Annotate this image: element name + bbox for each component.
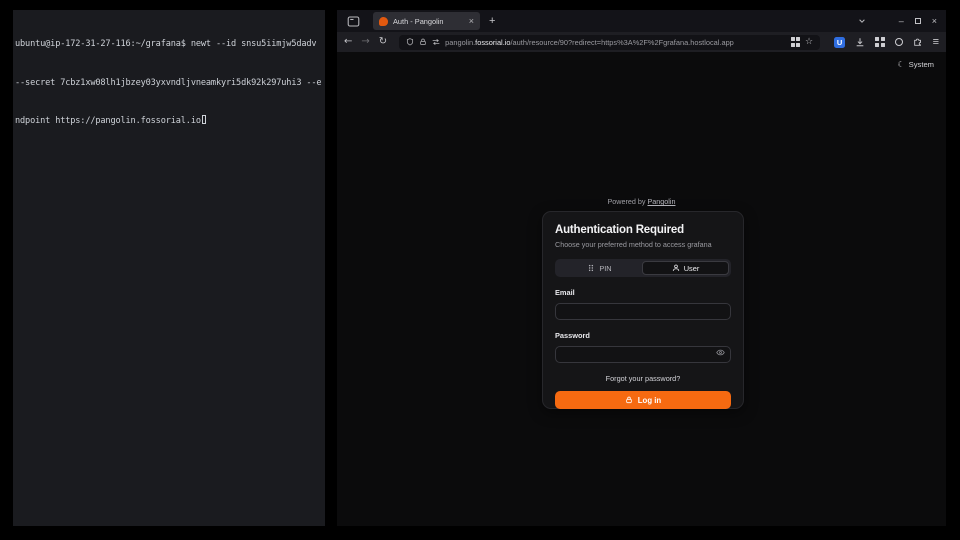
pangolin-favicon: [379, 17, 388, 26]
https-switch-icon[interactable]: [432, 38, 440, 46]
page-content: ☾ System Powered by Pangolin Authenticat…: [337, 52, 946, 526]
bookmark-star-icon[interactable]: ☆: [805, 37, 813, 47]
nav-toolbar: ← → ↻ pangolin.fossorial.io/auth/resourc…: [337, 32, 946, 52]
card-title: Authentication Required: [555, 224, 731, 236]
terminal-line: --secret 7cbz1xw08lh1jbzey03yxvndljvneam…: [15, 77, 323, 90]
minimize-button[interactable]: –: [899, 17, 904, 26]
window-controls: – ×: [858, 17, 946, 26]
terminal-line: ndpoint https://pangolin.fossorial.io: [15, 115, 323, 128]
browser-window: Auth - Pangolin × + – × ← → ↻: [337, 10, 946, 526]
login-lock-icon: [625, 396, 633, 404]
user-icon: [672, 264, 680, 272]
desktop: ubuntu@ip-172-31-27-116:~/grafana$ newt …: [0, 0, 960, 540]
login-button-label: Log in: [638, 396, 661, 405]
tab-bar: Auth - Pangolin × + – ×: [337, 10, 946, 32]
email-label: Email: [555, 288, 731, 297]
moon-icon: ☾: [898, 60, 905, 69]
theme-toggle[interactable]: ☾ System: [898, 60, 935, 69]
tab-close-icon[interactable]: ×: [469, 17, 474, 26]
tab-user[interactable]: User: [642, 261, 729, 275]
password-field[interactable]: [555, 346, 731, 363]
downloads-icon[interactable]: [855, 37, 865, 47]
close-window-button[interactable]: ×: [932, 17, 937, 26]
shield-icon[interactable]: [406, 38, 414, 46]
forward-button[interactable]: →: [361, 37, 369, 47]
terminal-window[interactable]: ubuntu@ip-172-31-27-116:~/grafana$ newt …: [13, 10, 325, 526]
powered-by: Powered by Pangolin: [337, 197, 946, 206]
new-tab-button[interactable]: +: [489, 16, 495, 27]
lock-icon[interactable]: [419, 38, 427, 46]
terminal-line: ubuntu@ip-172-31-27-116:~/grafana$ newt …: [15, 38, 323, 51]
menu-hamburger-icon[interactable]: ≡: [933, 37, 939, 48]
toolbar-extensions: U ≡: [832, 37, 939, 48]
tab-pin[interactable]: PIN: [557, 261, 642, 275]
password-label: Password: [555, 331, 731, 340]
reload-button[interactable]: ↻: [379, 37, 387, 47]
auth-method-tabs: PIN User: [555, 259, 731, 277]
tab-auth-pangolin[interactable]: Auth - Pangolin ×: [373, 12, 480, 30]
show-password-eye-icon[interactable]: [716, 348, 725, 357]
url-bar[interactable]: pangolin.fossorial.io/auth/resource/90?r…: [399, 35, 820, 50]
page-actions-grid-icon[interactable]: [791, 37, 801, 47]
tab-list-chevron-icon[interactable]: [858, 17, 866, 25]
tab-pin-label: PIN: [599, 264, 611, 273]
pin-keypad-icon: [587, 264, 595, 272]
tab-user-label: User: [684, 264, 700, 273]
card-subtitle: Choose your preferred method to access g…: [555, 240, 731, 249]
tab-title: Auth - Pangolin: [393, 17, 464, 26]
firefox-view-icon[interactable]: [347, 15, 360, 28]
url-text: pangolin.fossorial.io/auth/resource/90?r…: [445, 38, 785, 47]
forgot-password-link[interactable]: Forgot your password?: [555, 374, 731, 383]
login-button[interactable]: Log in: [555, 391, 731, 409]
pangolin-link[interactable]: Pangolin: [647, 197, 675, 206]
privacy-extension-icon[interactable]: [895, 38, 903, 46]
terminal-cursor: [202, 115, 207, 124]
theme-label: System: [909, 60, 934, 69]
extensions-puzzle-icon[interactable]: [913, 37, 923, 47]
ublock-extension-icon[interactable]: U: [834, 37, 845, 48]
email-field[interactable]: [555, 303, 731, 320]
auth-card: Authentication Required Choose your pref…: [542, 211, 744, 409]
maximize-button[interactable]: [915, 18, 921, 24]
back-button[interactable]: ←: [344, 37, 352, 47]
extension-grid-icon[interactable]: [875, 37, 885, 47]
